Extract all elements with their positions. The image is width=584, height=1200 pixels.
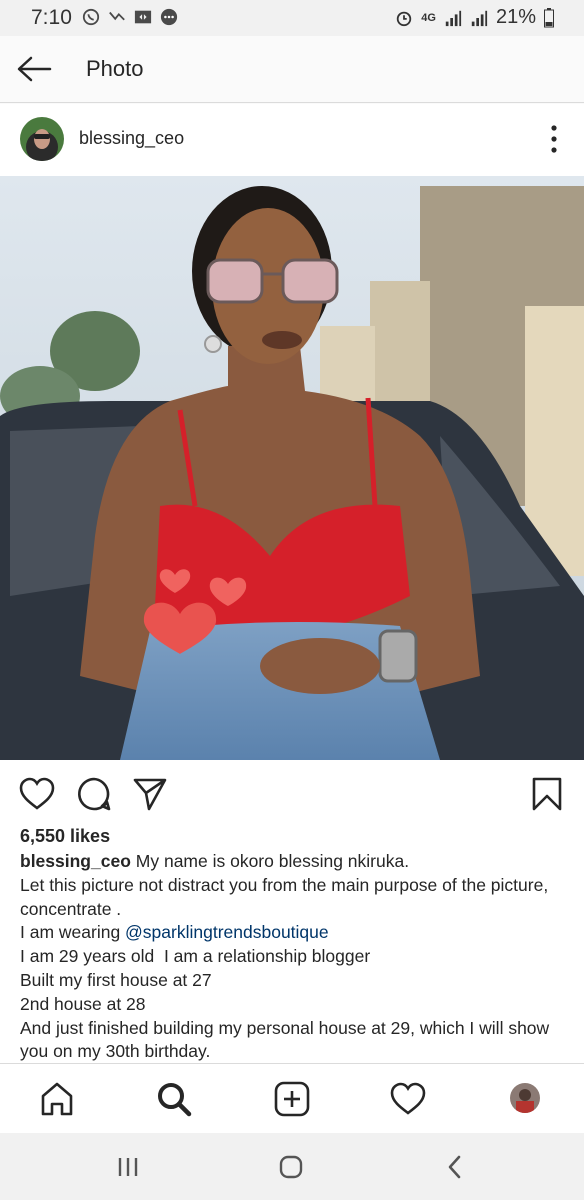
home-button-icon[interactable] bbox=[277, 1153, 305, 1181]
status-time: 7:10 bbox=[31, 6, 72, 29]
app-header: Photo bbox=[0, 36, 584, 103]
caption-line: And just finished building my personal h… bbox=[20, 1017, 550, 1062]
caption-line: I am wearing bbox=[20, 922, 126, 943]
signal-icon-2 bbox=[471, 10, 488, 26]
more-vertical-icon[interactable] bbox=[550, 124, 558, 154]
heart-icon[interactable] bbox=[19, 776, 55, 812]
system-nav-bar bbox=[0, 1133, 584, 1200]
post-caption-area: 6,550 likes blessing_ceo My name is okor… bbox=[0, 820, 584, 1063]
add-icon[interactable] bbox=[273, 1080, 311, 1118]
caption-line: Let this picture not distract you from t… bbox=[20, 874, 549, 919]
app-icon bbox=[134, 10, 152, 24]
battery-level: 21% bbox=[495, 6, 536, 28]
post-username[interactable]: blessing_ceo bbox=[79, 128, 184, 149]
recents-icon[interactable] bbox=[114, 1153, 142, 1181]
post-actions bbox=[0, 760, 584, 820]
arrow-left-icon[interactable] bbox=[16, 54, 52, 84]
caption-line: My name is okoro blessing nkiruka. bbox=[135, 851, 410, 871]
signal-icon bbox=[445, 10, 462, 26]
comment-icon[interactable] bbox=[76, 776, 112, 812]
caption-line: Built my first house at 27 bbox=[20, 969, 212, 990]
bottom-nav bbox=[0, 1063, 584, 1134]
avatar[interactable] bbox=[20, 117, 64, 161]
home-icon[interactable] bbox=[38, 1080, 76, 1118]
caption-line: 2nd house at 28 bbox=[20, 993, 146, 1014]
likes-count[interactable]: 6,550 likes bbox=[20, 826, 110, 847]
alarm-icon bbox=[397, 11, 412, 26]
whatsapp-icon bbox=[82, 8, 100, 26]
caption-username[interactable]: blessing_ceo bbox=[20, 851, 131, 871]
message-icon bbox=[160, 8, 178, 26]
search-icon[interactable] bbox=[155, 1080, 193, 1118]
caption-line: I am 29 years old I am a relationship bl… bbox=[20, 946, 371, 967]
network-type: 4G bbox=[421, 11, 436, 24]
post-header: blessing_ceo bbox=[0, 104, 584, 176]
profile-avatar[interactable] bbox=[510, 1083, 540, 1113]
battery-icon bbox=[544, 7, 554, 27]
caption-mention[interactable]: @sparklingtrendsboutique bbox=[125, 922, 329, 942]
activity-icon[interactable] bbox=[389, 1080, 427, 1118]
page-title: Photo bbox=[86, 56, 144, 81]
post-photo[interactable] bbox=[0, 176, 584, 760]
status-bar: 7:10 4G 21% bbox=[0, 0, 584, 36]
bookmark-icon[interactable] bbox=[529, 776, 565, 812]
back-icon[interactable] bbox=[442, 1153, 470, 1181]
missed-call-icon bbox=[109, 11, 125, 21]
caption-text: blessing_ceo My name is okoro blessing n… bbox=[20, 850, 568, 1063]
send-icon[interactable] bbox=[132, 776, 168, 812]
